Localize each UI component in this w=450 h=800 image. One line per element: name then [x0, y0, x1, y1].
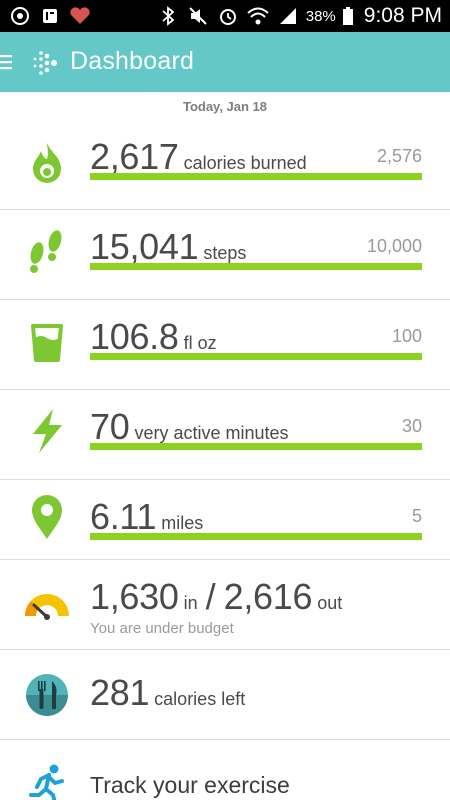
distance-goal: 5 [411, 506, 422, 526]
water-unit: fl oz [183, 333, 217, 353]
footprints-icon [22, 226, 72, 276]
active-value: 70 [90, 406, 130, 447]
calorie-budget-tile[interactable]: 1,630 in /2,616 out You are under budget [0, 560, 450, 650]
budget-value-line: 1,630 in /2,616 out [90, 576, 422, 618]
system-status: 38% 9:08 PM [156, 4, 442, 28]
steps-tile[interactable]: 15,041 steps 10,000 [0, 210, 450, 300]
water-tile[interactable]: 106.8 fl oz 100 [0, 300, 450, 390]
fitbit-logo-icon [30, 49, 58, 77]
calories-in-unit: in [183, 593, 198, 613]
running-person-icon [22, 758, 72, 800]
calories-goal: 2,576 [376, 146, 422, 166]
calories-progress-fill [90, 173, 422, 180]
exercise-tile[interactable]: Track your exercise [0, 740, 450, 800]
steps-progress-fill [90, 263, 422, 270]
water-progress-fill [90, 353, 422, 360]
app-icon [8, 4, 32, 28]
heart-notification-icon [68, 4, 92, 28]
flame-icon [22, 138, 72, 188]
signal-icon [276, 4, 300, 28]
page-title: Dashboard [70, 47, 195, 75]
water-value: 106.8 [90, 316, 179, 357]
active-progress-bar [90, 443, 422, 450]
water-goal: 100 [391, 326, 422, 346]
active-progress-fill [90, 443, 422, 450]
steps-progress-bar [90, 263, 422, 270]
track-exercise-label: Track your exercise [90, 772, 290, 798]
active-value-line: 70 very active minutes [90, 406, 422, 448]
clock: 9:08 PM [363, 4, 442, 27]
steps-value: 15,041 [90, 226, 199, 267]
fork-knife-icon [22, 670, 72, 720]
battery-icon [342, 4, 354, 28]
food-tile[interactable]: 281 calories left [0, 650, 450, 740]
calories-value-line: 2,617 calories burned [90, 136, 422, 178]
steps-goal: 10,000 [366, 236, 422, 256]
fitbit-notification-icon [38, 4, 62, 28]
notification-icons [8, 4, 92, 28]
distance-progress-bar [90, 533, 422, 540]
budget-status-text: You are under budget [90, 620, 234, 637]
calories-value: 2,617 [90, 136, 179, 177]
calories-in-value: 1,630 [90, 576, 179, 617]
mute-icon [186, 4, 210, 28]
calories-unit: calories burned [183, 153, 307, 173]
bluetooth-icon [156, 4, 180, 28]
calories-out-value: 2,616 [223, 576, 313, 617]
calories-left-value: 281 [90, 672, 150, 713]
date-label: Today, Jan 18 [182, 99, 268, 114]
wifi-icon [246, 4, 270, 28]
distance-value: 6.11 [90, 496, 157, 537]
calories-out-unit: out [317, 593, 343, 613]
alarm-icon [216, 4, 240, 28]
active-minutes-tile[interactable]: 70 very active minutes 30 [0, 390, 450, 480]
gauge-icon [22, 580, 72, 630]
calories-progress-bar [90, 173, 422, 180]
distance-value-line: 6.11 miles [90, 496, 422, 538]
water-value-line: 106.8 fl oz [90, 316, 422, 358]
hamburger-menu-icon[interactable] [0, 52, 14, 72]
distance-tile[interactable]: 6.11 miles 5 [0, 480, 450, 560]
active-unit: very active minutes [134, 423, 289, 443]
water-glass-icon [22, 318, 72, 368]
steps-unit: steps [203, 243, 247, 263]
location-pin-icon [22, 492, 72, 542]
distance-unit: miles [161, 513, 204, 533]
budget-separator: / [205, 576, 216, 617]
battery-percentage: 38% [305, 7, 336, 25]
app-bar: Dashboard [0, 32, 450, 92]
distance-progress-fill [90, 533, 422, 540]
lightning-icon [22, 406, 72, 456]
exercise-line: Track your exercise [90, 772, 422, 799]
active-goal: 30 [401, 416, 422, 436]
calories-burned-tile[interactable]: 2,617 calories burned 2,576 [0, 120, 450, 210]
water-progress-bar [90, 353, 422, 360]
calories-left-unit: calories left [154, 689, 246, 709]
food-value-line: 281 calories left [90, 672, 422, 714]
status-bar: 38% 9:08 PM [0, 0, 450, 32]
